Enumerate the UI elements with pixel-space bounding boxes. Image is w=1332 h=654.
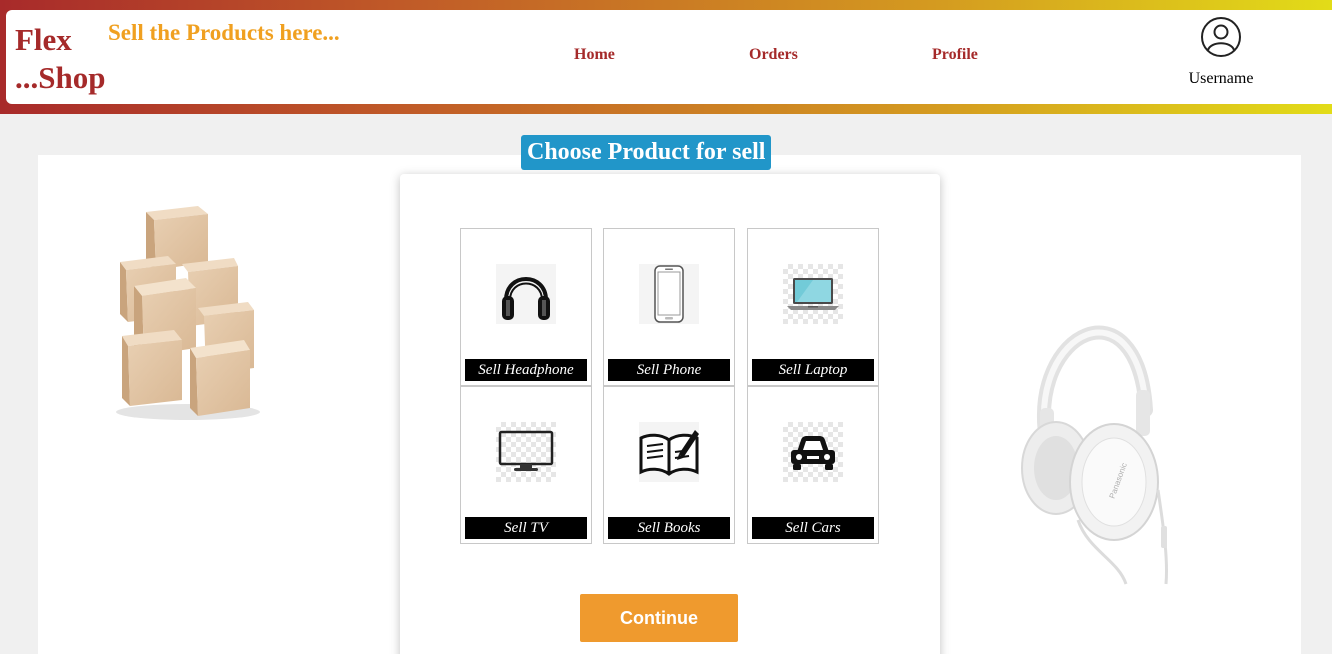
tv-icon xyxy=(496,422,556,482)
product-tile-laptop[interactable]: Sell Laptop xyxy=(747,228,879,386)
headphone-icon xyxy=(496,264,556,324)
header-panel: Flex ...Shop Sell the Products here... H… xyxy=(6,10,1332,104)
username-label: Username xyxy=(1188,70,1254,87)
white-headphones-image: Panasonic xyxy=(1021,325,1169,585)
brand-logo[interactable]: Flex ...Shop xyxy=(15,21,105,97)
product-tile-phone[interactable]: Sell Phone xyxy=(603,228,735,386)
phone-icon xyxy=(639,264,699,324)
product-selection-card: Sell Headphone Sell Phone Sell Laptop Se… xyxy=(400,174,940,654)
product-label: Sell Laptop xyxy=(752,359,874,381)
page-title: Choose Product for sell xyxy=(521,135,772,170)
user-avatar-icon xyxy=(1201,17,1241,57)
nav-home-link[interactable]: Home xyxy=(574,46,615,64)
product-label: Sell Cars xyxy=(752,517,874,539)
brand-line-2: ...Shop xyxy=(15,60,106,95)
product-tile-cars[interactable]: Sell Cars xyxy=(747,386,879,544)
car-icon xyxy=(783,422,843,482)
header-bar: Flex ...Shop Sell the Products here... H… xyxy=(0,0,1332,114)
product-label: Sell TV xyxy=(465,517,587,539)
brand-line-1: Flex xyxy=(15,22,72,57)
product-label: Sell Headphone xyxy=(465,359,587,381)
tagline: Sell the Products here... xyxy=(108,20,340,45)
product-tile-headphone[interactable]: Sell Headphone xyxy=(460,228,592,386)
continue-button[interactable]: Continue xyxy=(580,594,738,642)
product-label: Sell Books xyxy=(608,517,730,539)
product-tile-books[interactable]: Sell Books xyxy=(603,386,735,544)
product-label: Sell Phone xyxy=(608,359,730,381)
nav-profile-link[interactable]: Profile xyxy=(932,46,978,64)
user-menu[interactable]: Username xyxy=(1176,16,1266,88)
nav-orders-link[interactable]: Orders xyxy=(749,46,798,64)
book-icon xyxy=(639,422,699,482)
cardboard-boxes-image xyxy=(116,206,260,420)
product-tile-tv[interactable]: Sell TV xyxy=(460,386,592,544)
laptop-icon xyxy=(783,264,843,324)
